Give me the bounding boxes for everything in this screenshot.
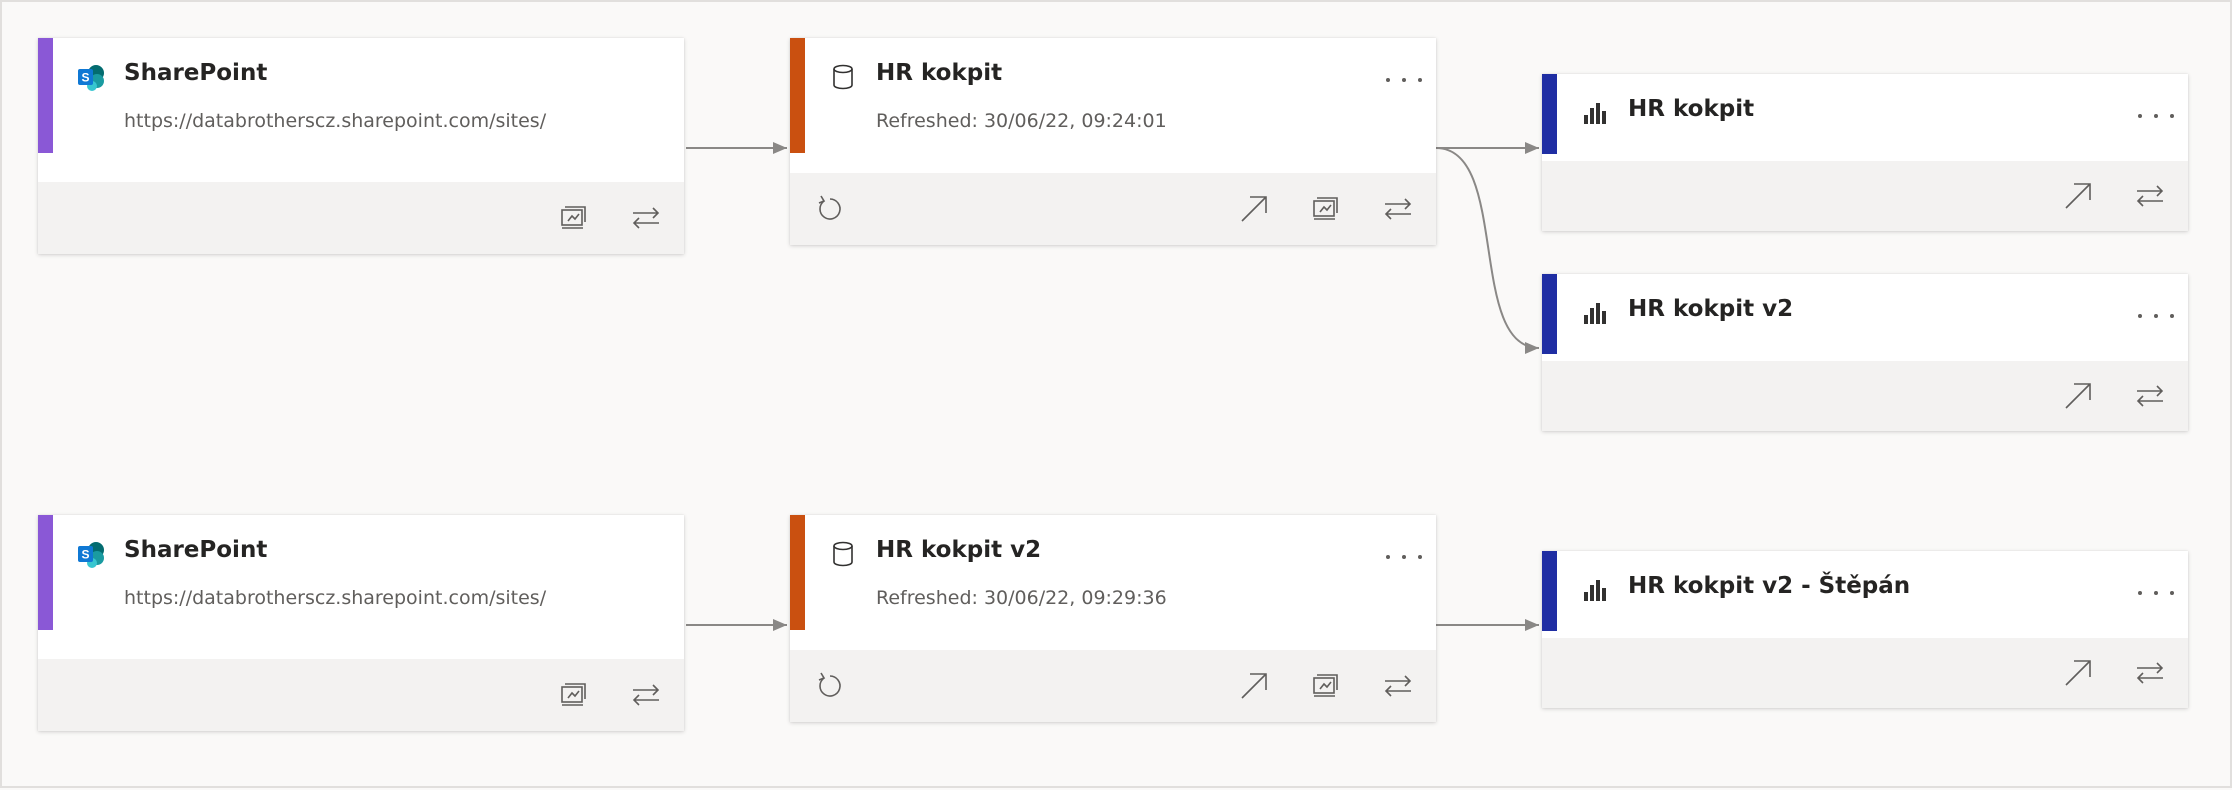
report-accent-bar bbox=[1542, 74, 1557, 154]
lineage-arrows-icon bbox=[2136, 662, 2164, 684]
open-dataset-button[interactable] bbox=[1234, 666, 1274, 706]
impact-analysis-button[interactable] bbox=[554, 675, 594, 715]
report-card-hr-kokpit-v2-stepan[interactable]: HR kokpit v2 - Štěpán bbox=[1542, 551, 2188, 708]
show-lineage-button[interactable] bbox=[1378, 189, 1418, 229]
refresh-button[interactable] bbox=[810, 189, 850, 229]
impact-analysis-button[interactable] bbox=[1306, 666, 1346, 706]
svg-text:S: S bbox=[81, 71, 89, 85]
open-arrow-icon bbox=[1241, 196, 1267, 222]
datasource-title: SharePoint bbox=[124, 537, 268, 563]
sharepoint-icon: S bbox=[76, 62, 106, 92]
bar-chart-icon bbox=[1580, 298, 1610, 328]
impact-analysis-button[interactable] bbox=[1306, 189, 1346, 229]
impact-analysis-button[interactable] bbox=[554, 198, 594, 238]
more-options-button[interactable] bbox=[1386, 545, 1422, 569]
show-lineage-button[interactable] bbox=[626, 198, 666, 238]
lineage-arrows-icon bbox=[632, 207, 660, 229]
lineage-arrows-icon bbox=[1384, 675, 1412, 697]
show-lineage-button[interactable] bbox=[626, 675, 666, 715]
lineage-arrows-icon bbox=[2136, 385, 2164, 407]
more-options-button[interactable] bbox=[2138, 581, 2174, 605]
card-header bbox=[790, 515, 1436, 652]
open-arrow-icon bbox=[1241, 673, 1267, 699]
dataset-title: HR kokpit bbox=[876, 60, 1003, 86]
dataset-refreshed: Refreshed: 30/06/22, 09:29:36 bbox=[876, 587, 1167, 609]
datasource-title: SharePoint bbox=[124, 60, 268, 86]
more-options-button[interactable] bbox=[2138, 104, 2174, 128]
open-dataset-button[interactable] bbox=[1234, 189, 1274, 229]
report-card-hr-kokpit-v2[interactable]: HR kokpit v2 bbox=[1542, 274, 2188, 431]
show-lineage-button[interactable] bbox=[1378, 666, 1418, 706]
card-header bbox=[790, 38, 1436, 175]
more-options-button[interactable] bbox=[2138, 304, 2174, 328]
dataset-accent-bar bbox=[790, 515, 805, 630]
impact-analysis-icon bbox=[1313, 197, 1338, 220]
source-accent-bar bbox=[38, 515, 53, 630]
show-lineage-button[interactable] bbox=[2130, 376, 2170, 416]
open-arrow-icon bbox=[2065, 183, 2091, 209]
dataset-card-hr-kokpit-v2[interactable]: HR kokpit v2 Refreshed: 30/06/22, 09:29:… bbox=[790, 515, 1436, 722]
card-footer bbox=[790, 650, 1436, 722]
card-footer bbox=[1542, 638, 2188, 708]
more-options-button[interactable] bbox=[1386, 68, 1422, 92]
report-title: HR kokpit bbox=[1628, 96, 1755, 122]
impact-analysis-icon bbox=[1313, 674, 1338, 697]
card-footer bbox=[1542, 361, 2188, 431]
refresh-button[interactable] bbox=[810, 666, 850, 706]
lineage-canvas: S SharePoint https://databrotherscz.shar… bbox=[0, 0, 2232, 788]
dataset-cylinder-icon bbox=[828, 539, 858, 569]
lineage-arrows-icon bbox=[632, 684, 660, 706]
connector-dataset1-report2 bbox=[1435, 147, 1540, 354]
svg-text:S: S bbox=[81, 548, 89, 562]
bar-chart-icon bbox=[1580, 575, 1610, 605]
card-footer bbox=[790, 173, 1436, 245]
sharepoint-icon: S bbox=[76, 539, 106, 569]
card-footer bbox=[1542, 161, 2188, 231]
open-report-button[interactable] bbox=[2058, 376, 2098, 416]
card-footer bbox=[38, 659, 684, 731]
lineage-arrows-icon bbox=[2136, 185, 2164, 207]
refresh-icon bbox=[818, 195, 841, 220]
report-accent-bar bbox=[1542, 274, 1557, 354]
dataset-accent-bar bbox=[790, 38, 805, 153]
report-title: HR kokpit v2 - Štěpán bbox=[1628, 573, 1911, 599]
bar-chart-icon bbox=[1580, 98, 1610, 128]
open-report-button[interactable] bbox=[2058, 653, 2098, 693]
open-report-button[interactable] bbox=[2058, 176, 2098, 216]
refresh-icon bbox=[818, 672, 841, 697]
datasource-card-sharepoint[interactable]: S SharePoint https://databrotherscz.shar… bbox=[38, 38, 684, 254]
report-card-hr-kokpit[interactable]: HR kokpit bbox=[1542, 74, 2188, 231]
datasource-card-sharepoint-2[interactable]: S SharePoint https://databrotherscz.shar… bbox=[38, 515, 684, 731]
report-title: HR kokpit v2 bbox=[1628, 296, 1794, 322]
show-lineage-button[interactable] bbox=[2130, 176, 2170, 216]
card-footer bbox=[38, 182, 684, 254]
dataset-title: HR kokpit v2 bbox=[876, 537, 1042, 563]
datasource-url: https://databrotherscz.sharepoint.com/si… bbox=[124, 110, 547, 132]
lineage-arrows-icon bbox=[1384, 198, 1412, 220]
dataset-card-hr-kokpit[interactable]: HR kokpit Refreshed: 30/06/22, 09:24:01 bbox=[790, 38, 1436, 245]
show-lineage-button[interactable] bbox=[2130, 653, 2170, 693]
impact-analysis-icon bbox=[561, 206, 586, 229]
open-arrow-icon bbox=[2065, 383, 2091, 409]
source-accent-bar bbox=[38, 38, 53, 153]
open-arrow-icon bbox=[2065, 660, 2091, 686]
impact-analysis-icon bbox=[561, 683, 586, 706]
dataset-cylinder-icon bbox=[828, 62, 858, 92]
dataset-refreshed: Refreshed: 30/06/22, 09:24:01 bbox=[876, 110, 1167, 132]
datasource-url: https://databrotherscz.sharepoint.com/si… bbox=[124, 587, 547, 609]
report-accent-bar bbox=[1542, 551, 1557, 631]
